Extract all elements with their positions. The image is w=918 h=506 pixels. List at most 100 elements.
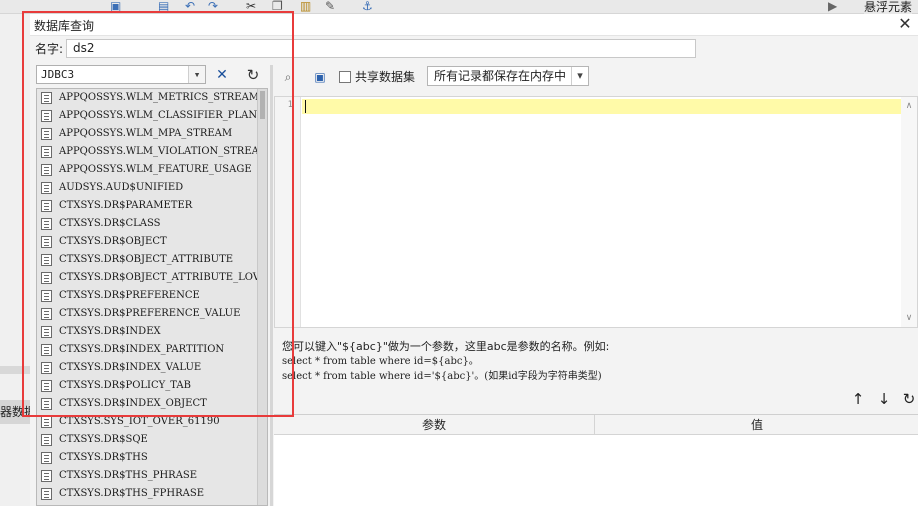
line-gutter: 1 xyxy=(275,97,301,327)
table-list-item[interactable]: APPQOSSYS.WLM_METRICS_STREAM xyxy=(37,89,260,107)
table-name: CTXSYS.SYS_IOT_OVER_61190 xyxy=(59,416,220,427)
refresh-icon[interactable]: ↻ xyxy=(242,65,264,85)
table-list-item[interactable]: CTXSYS.DR$INDEX xyxy=(37,323,257,341)
table-icon xyxy=(41,308,52,320)
scroll-up-icon[interactable]: ∧ xyxy=(901,99,917,113)
table-list-item[interactable]: APPQOSSYS.WLM_VIOLATION_STREAM xyxy=(37,143,267,161)
table-list-scrollbar[interactable] xyxy=(257,89,267,505)
table-list-item[interactable]: CTXSYS.SYS_IOT_OVER_61190 xyxy=(37,413,257,431)
close-icon[interactable]: ✕ xyxy=(896,15,914,33)
dialog-title-bar: 数据库查询 ✕ xyxy=(30,14,918,36)
table-name: CTXSYS.DR$OBJECT xyxy=(59,236,167,247)
table-list-item[interactable]: CTXSYS.DR$INDEX_PARTITION xyxy=(37,341,257,359)
background-left-tab[interactable]: 器数据 xyxy=(0,400,30,424)
chevron-down-icon[interactable]: ▾ xyxy=(188,66,205,83)
background-redo-icon: ↷ xyxy=(208,0,219,13)
table-list-item[interactable]: CTXSYS.DR$CLASS xyxy=(37,215,257,233)
table-icon xyxy=(41,344,52,356)
scroll-down-icon[interactable]: ∨ xyxy=(901,311,917,325)
table-name: APPQOSSYS.WLM_CLASSIFIER_PLAN xyxy=(59,110,258,121)
table-icon xyxy=(41,362,52,374)
table-list-item[interactable]: CTXSYS.DR$INDEX_VALUE xyxy=(37,359,257,377)
background-divider xyxy=(0,366,30,374)
table-name: APPQOSSYS.WLM_VIOLATION_STREAM xyxy=(59,146,268,157)
table-icon xyxy=(41,218,52,230)
editor-scrollbar[interactable]: ∧ ∨ xyxy=(901,97,917,327)
table-list-item[interactable]: CTXSYS.DR$THS xyxy=(37,449,257,467)
refresh-params-icon[interactable]: ↻ xyxy=(900,390,918,408)
table-name: CTXSYS.DR$INDEX_VALUE xyxy=(59,362,202,373)
table-icon xyxy=(41,488,52,500)
background-left-pane: 器数据 xyxy=(0,14,30,506)
table-icon xyxy=(41,200,52,212)
table-name: APPQOSSYS.WLM_METRICS_STREAM xyxy=(59,92,260,103)
connection-select[interactable]: JDBC3 ▾ xyxy=(36,65,206,84)
table-name: CTXSYS.DR$POLICY_TAB xyxy=(59,380,191,391)
table-list-item[interactable]: CTXSYS.DR$PREFERENCE_VALUE xyxy=(37,305,257,323)
help-example-2: select * from table where id='${abc}'。(如… xyxy=(282,371,602,382)
table-list-item[interactable]: CTXSYS.DR$SQE xyxy=(37,431,257,449)
table-list-item[interactable]: CTXSYS.DR$THS_PHRASE xyxy=(37,467,257,485)
move-up-icon[interactable]: ↑ xyxy=(849,390,867,408)
table-name: CTXSYS.DR$PARAMETER xyxy=(59,200,193,211)
table-icon xyxy=(41,128,52,140)
background-toolbar-icon: ▣ xyxy=(110,0,122,13)
table-name: CTXSYS.DR$OBJECT_ATTRIBUTE_LOV xyxy=(59,272,260,283)
name-label: 名字: xyxy=(35,42,64,56)
table-name: CTXSYS.DR$OBJECT_ATTRIBUTE xyxy=(59,254,234,265)
move-down-icon[interactable]: ↓ xyxy=(875,390,893,408)
table-name: CTXSYS.DR$CLASS xyxy=(59,218,161,229)
table-list-item[interactable]: CTXSYS.DR$OBJECT xyxy=(37,233,257,251)
background-cut-icon: ✂ xyxy=(246,0,257,13)
chevron-down-icon[interactable]: ▾ xyxy=(571,67,588,85)
column-header-parameter[interactable]: 参数 xyxy=(274,415,595,435)
table-name: CTXSYS.DR$THS_PHRASE xyxy=(59,470,198,481)
help-example-1: select * from table where id=${abc}。 xyxy=(282,356,479,367)
table-icon xyxy=(41,146,52,158)
background-paste-icon: ▥ xyxy=(300,0,312,13)
background-anchor-icon: ⚓ xyxy=(362,0,373,13)
table-icon xyxy=(41,470,52,482)
table-list-item[interactable]: CTXSYS.DR$OBJECT_ATTRIBUTE xyxy=(37,251,257,269)
table-icon xyxy=(41,434,52,446)
table-list-item[interactable]: APPQOSSYS.WLM_FEATURE_USAGE xyxy=(37,161,257,179)
table-list-item[interactable]: AUDSYS.AUD$UNIFIED xyxy=(37,179,257,197)
table-list-item[interactable]: APPQOSSYS.WLM_MPA_STREAM xyxy=(37,125,257,143)
table-icon xyxy=(41,326,52,338)
share-dataset-label: 共享数据集 xyxy=(355,70,416,84)
table-name: CTXSYS.DR$THS_FPHRASE xyxy=(59,488,205,499)
share-dataset-checkbox[interactable] xyxy=(339,71,351,83)
background-copy-icon: ❐ xyxy=(272,0,283,13)
table-list-item[interactable]: CTXSYS.DR$THS_FPHRASE xyxy=(37,485,257,503)
app-window: ▣ ▤ ↶ ↷ ✂ ❐ ▥ ✎ ⚓ ▶ 悬浮元素 器数据 数据库查询 ✕ 名字:… xyxy=(0,0,918,506)
table-icon xyxy=(41,92,52,104)
table-name: APPQOSSYS.WLM_MPA_STREAM xyxy=(59,128,233,139)
table-icon xyxy=(41,182,52,194)
table-name: CTXSYS.DR$PREFERENCE_VALUE xyxy=(59,308,241,319)
sql-editor[interactable]: 1 ∧ ∨ xyxy=(274,96,918,328)
edit-connection-icon[interactable]: ✕ xyxy=(211,65,233,85)
table-list-panel: APPQOSSYS.WLM_METRICS_STREAM APPQOSSYS.WL… xyxy=(36,88,268,506)
save-icon[interactable]: ▣ xyxy=(312,69,328,85)
table-list-item[interactable]: APPQOSSYS.WLM_CLASSIFIER_PLAN xyxy=(37,107,257,125)
panel-splitter[interactable] xyxy=(270,65,273,506)
table-list-item[interactable]: CTXSYS.DR$OBJECT_ATTRIBUTE_LOV xyxy=(37,269,260,287)
preview-icon[interactable]: ⌕ xyxy=(280,69,296,85)
table-list-item[interactable]: CTXSYS.DR$PARAMETER xyxy=(37,197,257,215)
scrollbar-thumb[interactable] xyxy=(260,91,265,119)
table-icon xyxy=(41,452,52,464)
text-caret xyxy=(305,100,306,113)
background-scroll-right-icon: ▶ xyxy=(828,0,838,13)
table-list-item[interactable]: CTXSYS.DR$INDEX_OBJECT xyxy=(37,395,257,413)
name-field[interactable]: ds2 xyxy=(66,39,696,58)
memory-mode-select[interactable]: 所有记录都保存在内存中 ▾ xyxy=(427,66,589,86)
table-list-item[interactable]: CTXSYS.DR$POLICY_TAB xyxy=(37,377,257,395)
background-save-icon: ▤ xyxy=(158,0,170,13)
table-name: CTXSYS.DR$PREFERENCE xyxy=(59,290,200,301)
table-list: APPQOSSYS.WLM_METRICS_STREAM APPQOSSYS.WL… xyxy=(37,89,267,503)
current-line-highlight xyxy=(302,99,902,114)
connection-select-value: JDBC3 xyxy=(41,68,75,81)
table-list-item[interactable]: CTXSYS.DR$PREFERENCE xyxy=(37,287,257,305)
table-name: AUDSYS.AUD$UNIFIED xyxy=(59,182,184,193)
column-header-value[interactable]: 值 xyxy=(596,415,918,435)
